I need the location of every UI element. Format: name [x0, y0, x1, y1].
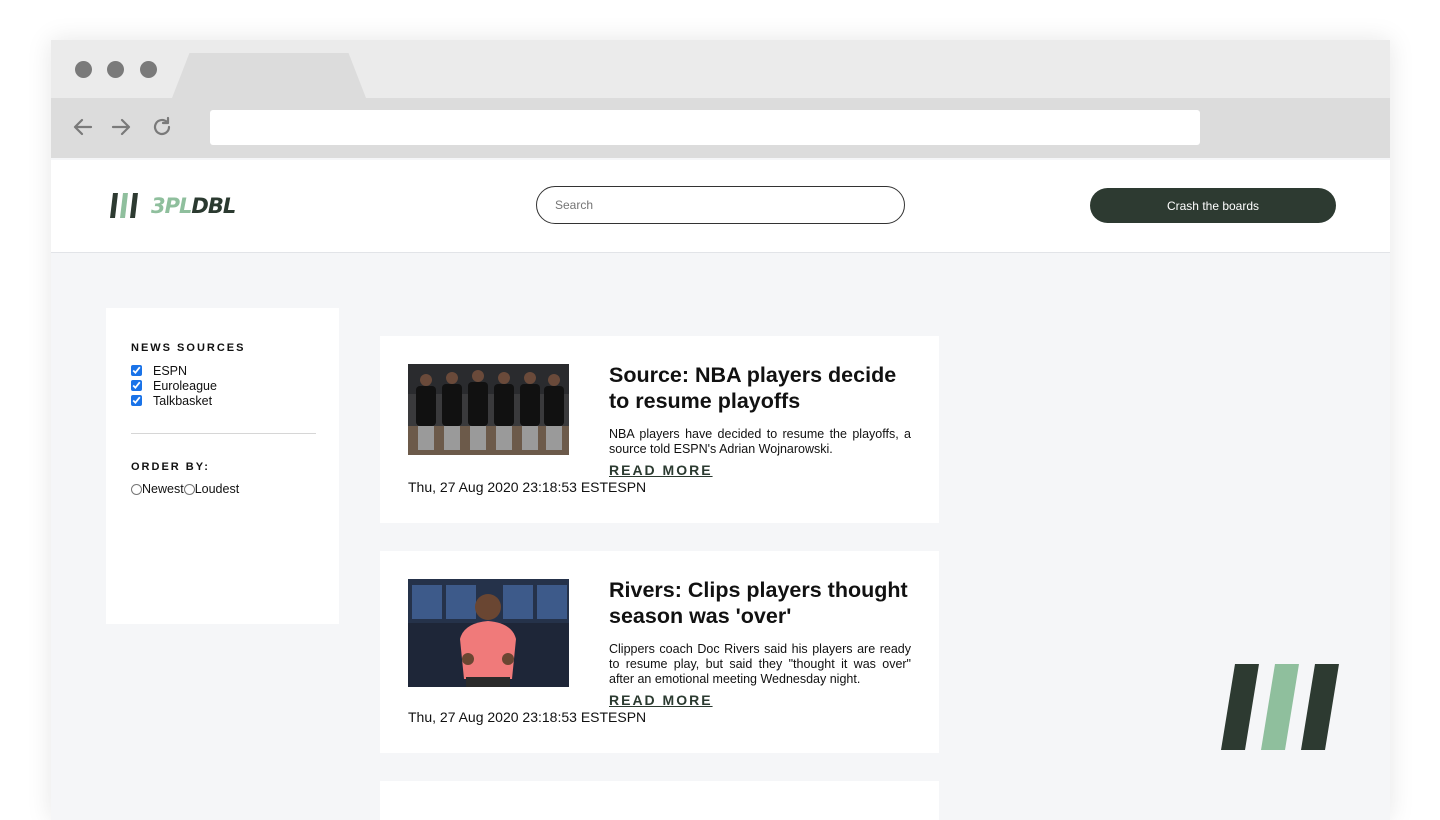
source-checkbox-euroleague[interactable] — [131, 380, 142, 391]
source-checkbox-espn[interactable] — [131, 365, 142, 376]
article-date: Thu, 27 Aug 2020 23:18:53 EST — [408, 479, 609, 495]
address-bar[interactable] — [210, 110, 1200, 145]
window-close-dot[interactable] — [75, 61, 92, 78]
players-kneeling-image — [408, 364, 569, 455]
source-item-espn[interactable]: ESPN — [131, 363, 217, 378]
order-loudest-radio[interactable] — [183, 483, 195, 495]
article-card — [380, 781, 939, 820]
source-item-euroleague[interactable]: Euroleague — [131, 378, 217, 393]
browser-toolbar — [51, 98, 1390, 158]
coach-courtside-image — [408, 579, 569, 687]
sidebar-divider — [131, 433, 316, 434]
site-logo[interactable]: 3PLDBL — [110, 193, 236, 218]
logo-stripes-icon — [110, 193, 138, 218]
read-more-link[interactable]: READ MORE — [609, 692, 713, 708]
article-source: ESPN — [608, 479, 647, 495]
search-input[interactable] — [536, 186, 905, 224]
back-arrow-icon[interactable] — [70, 114, 96, 140]
browser-window: 3PLDBL Crash the boards NEWS SOURCES ESP… — [51, 40, 1390, 820]
article-card: Rivers: Clips players thought season was… — [380, 551, 939, 753]
news-sources-list: ESPN Euroleague Talkbasket — [131, 363, 217, 408]
article-thumbnail[interactable] — [408, 364, 569, 455]
read-more-link[interactable]: READ MORE — [609, 462, 713, 478]
article-title[interactable]: Rivers: Clips players thought season was… — [609, 577, 919, 629]
crash-the-boards-button[interactable]: Crash the boards — [1090, 188, 1336, 223]
article-description: Clippers coach Doc Rivers said his playe… — [609, 642, 911, 686]
article-source: ESPN — [608, 709, 647, 725]
source-label: ESPN — [153, 363, 188, 378]
article-thumbnail[interactable] — [408, 579, 569, 687]
article-meta: Thu, 27 Aug 2020 23:18:53 ESTESPN — [408, 479, 646, 495]
source-label: Euroleague — [153, 378, 217, 393]
news-sources-heading: NEWS SOURCES — [131, 342, 246, 354]
site-header: 3PLDBL Crash the boards — [51, 160, 1390, 253]
reload-icon[interactable] — [149, 114, 175, 140]
article-card: Source: NBA players decide to resume pla… — [380, 336, 939, 523]
logo-wordmark: 3PLDBL — [151, 193, 236, 218]
article-meta: Thu, 27 Aug 2020 23:18:53 ESTESPN — [408, 709, 646, 725]
window-maximize-dot[interactable] — [140, 61, 157, 78]
article-description: NBA players have decided to resume the p… — [609, 427, 911, 456]
source-label: Talkbasket — [153, 393, 213, 408]
order-by-options: Newest Loudest — [131, 482, 239, 496]
article-title[interactable]: Source: NBA players decide to resume pla… — [609, 362, 919, 414]
browser-tab[interactable] — [172, 53, 366, 98]
order-newest-radio[interactable] — [131, 483, 142, 495]
brand-stripes-icon — [1221, 664, 1339, 750]
logo-wordmark-part2: DBL — [191, 193, 236, 218]
forward-arrow-icon[interactable] — [108, 114, 134, 140]
order-by-heading: ORDER BY: — [131, 461, 210, 473]
source-checkbox-talkbasket[interactable] — [131, 395, 142, 406]
source-item-talkbasket[interactable]: Talkbasket — [131, 393, 217, 408]
window-minimize-dot[interactable] — [107, 61, 124, 78]
order-loudest-label[interactable]: Loudest — [195, 482, 239, 496]
article-date: Thu, 27 Aug 2020 23:18:53 EST — [408, 709, 609, 725]
order-newest-label[interactable]: Newest — [142, 482, 184, 496]
filter-sidebar: NEWS SOURCES ESPN Euroleague Talkbasket … — [106, 308, 339, 624]
logo-wordmark-part1: 3PL — [151, 193, 192, 218]
browser-tab-bar — [51, 40, 1390, 98]
